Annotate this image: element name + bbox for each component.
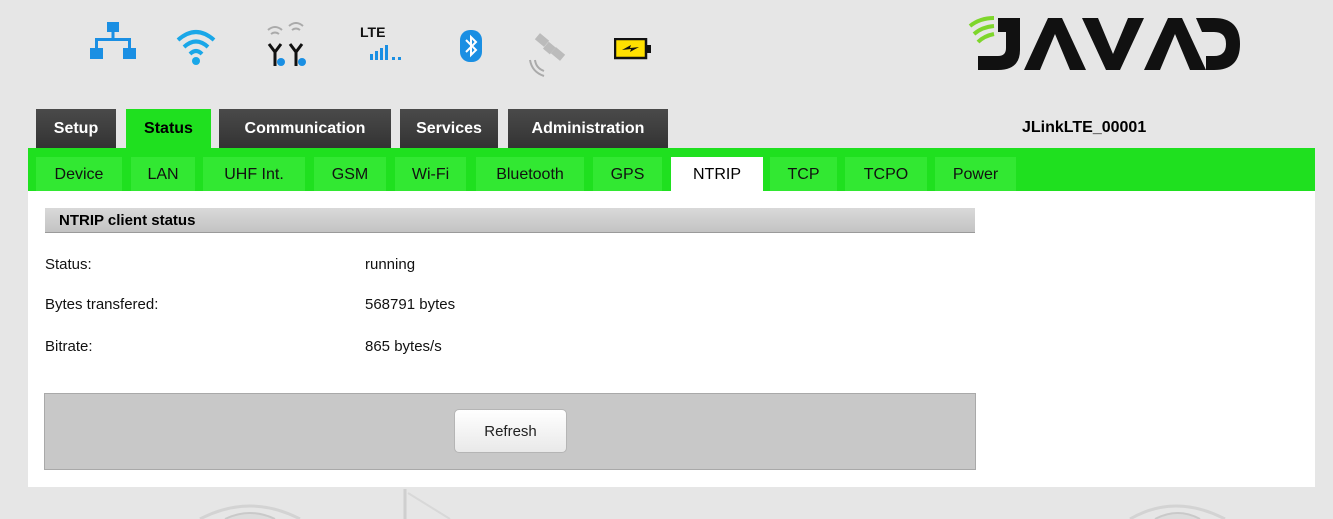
refresh-button[interactable]: Refresh — [454, 409, 567, 453]
signal-bars-icon — [370, 45, 401, 60]
tab-services[interactable]: Services — [400, 109, 498, 148]
bytes-transferred-value: 568791 bytes — [365, 296, 456, 313]
sub-tab-bar: Device LAN UHF Int. GSM Wi-Fi Bluetooth … — [28, 148, 1315, 191]
status-value: running — [365, 256, 416, 273]
subtab-ntrip[interactable]: NTRIP — [671, 157, 763, 191]
subtab-lan[interactable]: LAN — [131, 157, 195, 191]
device-name: JLinkLTE_00001 — [1022, 119, 1147, 136]
lte-signal-icon: LTE — [358, 24, 408, 64]
content-panel: NTRIP client status Status: running Byte… — [28, 191, 1315, 487]
tab-administration[interactable]: Administration — [508, 109, 668, 148]
subtab-uhf-int[interactable]: UHF Int. — [203, 157, 305, 191]
subtab-device[interactable]: Device — [36, 157, 122, 191]
tab-status[interactable]: Status — [126, 109, 211, 148]
button-panel: Refresh — [44, 393, 976, 470]
bluetooth-icon — [460, 30, 482, 62]
network-icon — [90, 22, 136, 59]
bytes-transferred-label: Bytes transfered: — [45, 296, 159, 313]
satellite-icon — [529, 33, 566, 77]
subtab-tcpo[interactable]: TCPO — [845, 157, 927, 191]
subtab-bluetooth[interactable]: Bluetooth — [476, 157, 584, 191]
tab-setup[interactable]: Setup — [36, 109, 116, 148]
subtab-gsm[interactable]: GSM — [314, 157, 386, 191]
status-label: Status: — [45, 256, 92, 273]
subtab-gps[interactable]: GPS — [593, 157, 662, 191]
footer-decoration — [199, 489, 1226, 519]
wifi-icon — [176, 30, 216, 65]
battery-icon — [614, 38, 651, 60]
bitrate-label: Bitrate: — [45, 338, 93, 355]
lte-label: LTE — [360, 24, 386, 40]
uhf-antenna-icon — [267, 22, 306, 66]
javad-logo — [968, 16, 1240, 70]
bitrate-value: 865 bytes/s — [365, 338, 442, 355]
section-title: NTRIP client status — [45, 208, 975, 233]
subtab-wifi[interactable]: Wi-Fi — [395, 157, 466, 191]
subtab-power[interactable]: Power — [935, 157, 1016, 191]
tab-communication[interactable]: Communication — [219, 109, 391, 148]
subtab-tcp[interactable]: TCP — [770, 157, 837, 191]
